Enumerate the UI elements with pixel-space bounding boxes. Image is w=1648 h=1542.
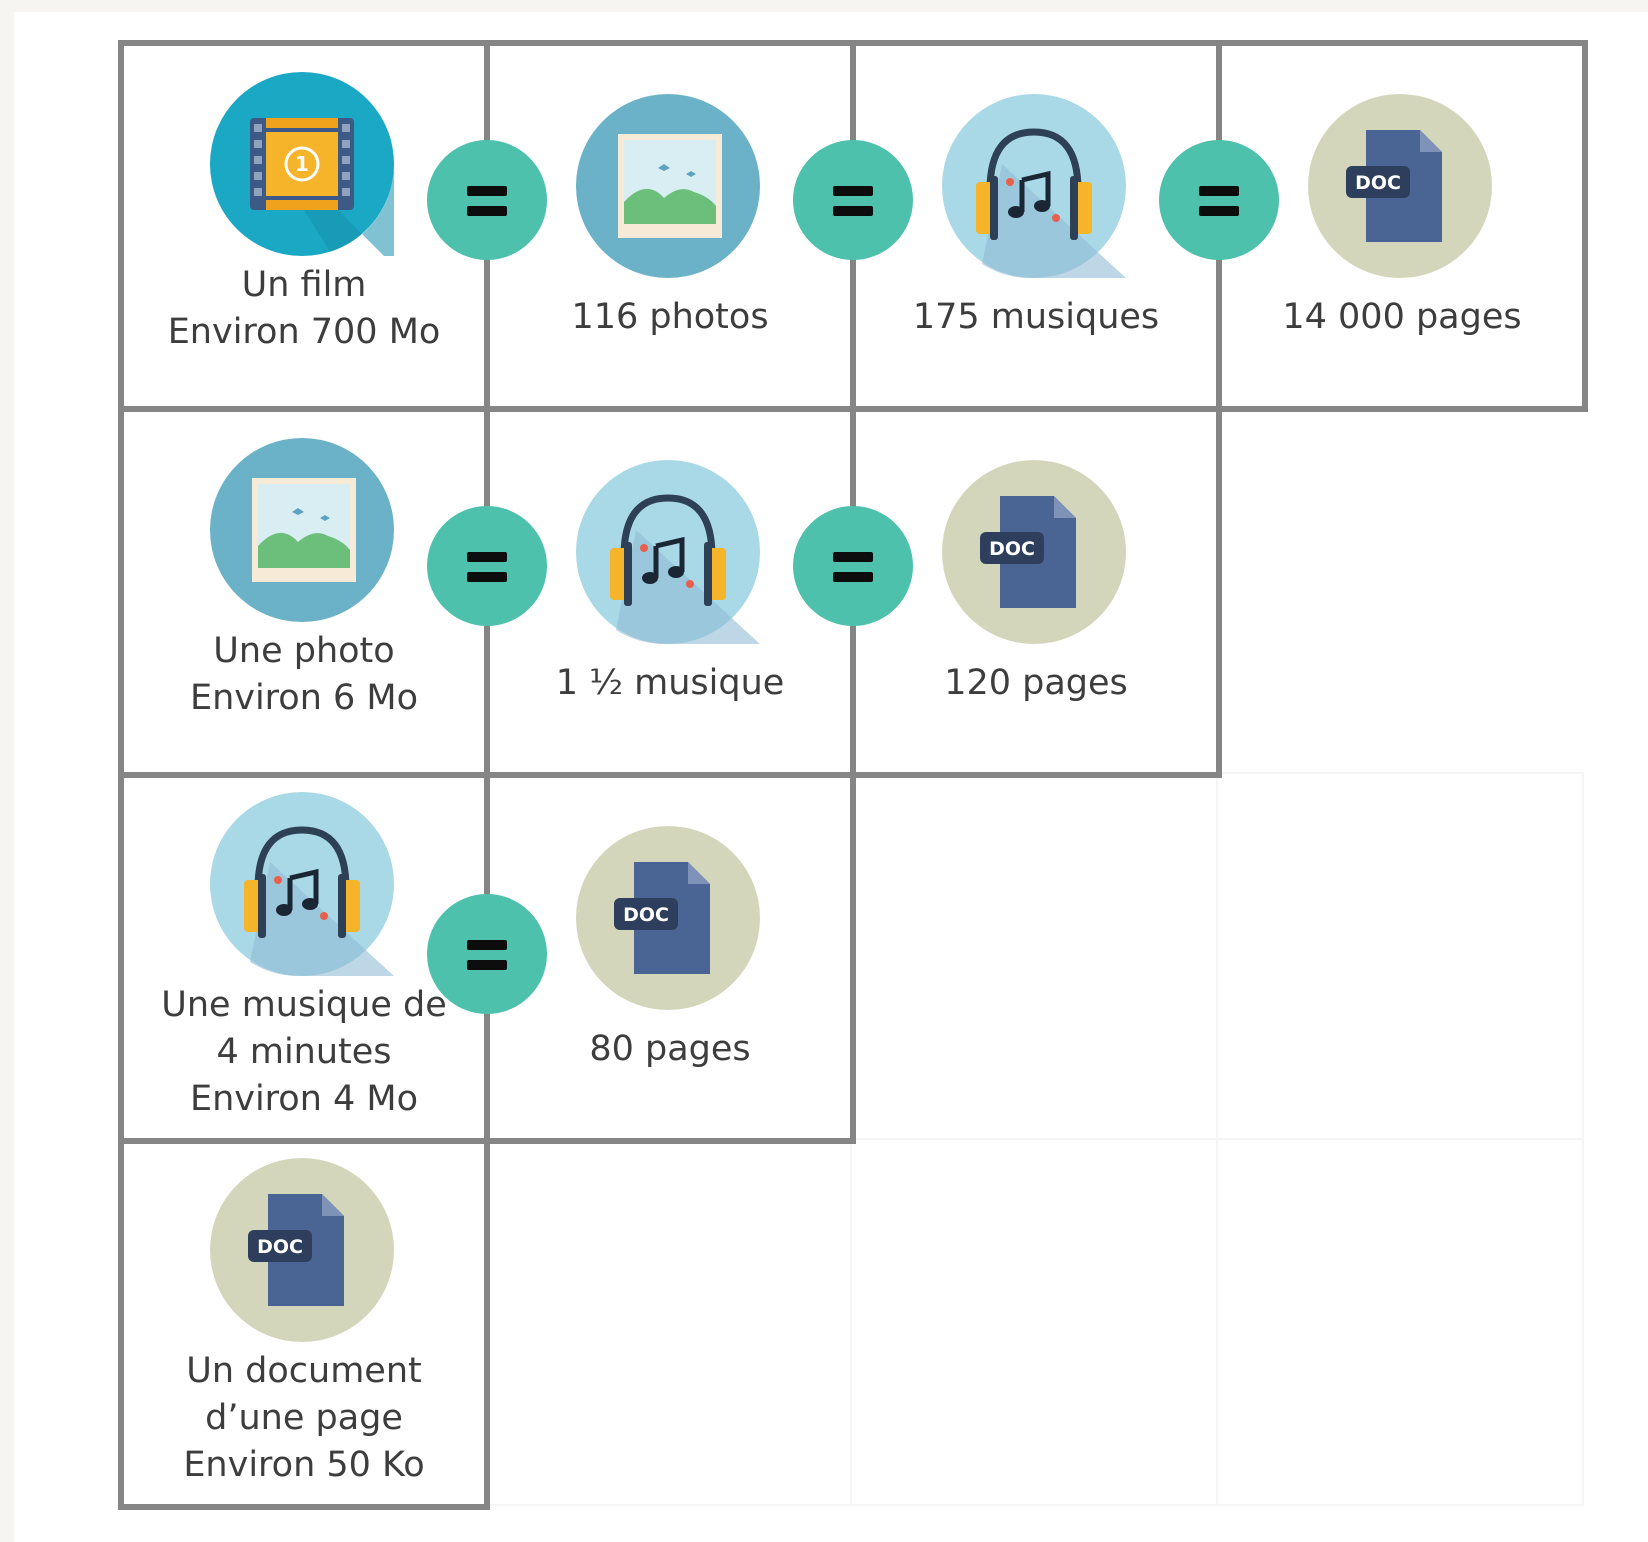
cell-label: 80 pages (589, 1029, 751, 1069)
empty-cell (1216, 772, 1584, 1140)
music-icon (210, 792, 394, 976)
svg-text:DOC: DOC (989, 538, 1035, 560)
svg-text:DOC: DOC (1355, 172, 1401, 194)
doc-icon: DOC (1308, 94, 1492, 278)
cell-label: 116 photos (571, 297, 769, 337)
equals-icon (793, 140, 913, 260)
equals-icon (427, 894, 547, 1014)
cell-label: 14 000 pages (1282, 297, 1522, 337)
cell-label: Un document d’une page Environ 50 Ko (183, 1351, 425, 1485)
svg-text:1: 1 (295, 152, 309, 176)
empty-cell (850, 1138, 1218, 1506)
equivalence-diagram: 1 Un film Environ 700 Mo 116 photos 175 … (14, 12, 1648, 1542)
photo-icon (210, 438, 394, 622)
doc-icon: DOC (210, 1158, 394, 1342)
doc-icon: DOC (576, 826, 760, 1010)
svg-text:DOC: DOC (257, 1236, 303, 1258)
cell-label: Une photo Environ 6 Mo (189, 631, 419, 718)
cell-label: Une musique de 4 minutes Environ 4 Mo (161, 985, 447, 1119)
equals-icon (793, 506, 913, 626)
doc-icon: DOC (942, 460, 1126, 644)
equals-icon (427, 140, 547, 260)
svg-text:DOC: DOC (623, 904, 669, 926)
music-icon (576, 460, 760, 644)
equals-icon (1159, 140, 1279, 260)
cell-r4-c1: DOC Un document d’une page Environ 50 Ko (118, 1138, 490, 1510)
cell-label: 120 pages (944, 663, 1128, 703)
cell-label: Un film Environ 700 Mo (167, 265, 441, 352)
music-icon (942, 94, 1126, 278)
cell-label: 1 ½ musique (555, 663, 785, 703)
empty-cell (484, 1138, 852, 1506)
equals-icon (427, 506, 547, 626)
photo-icon (576, 94, 760, 278)
empty-cell (1216, 1138, 1584, 1506)
film-icon: 1 (210, 72, 394, 256)
cell-label: 175 musiques (912, 297, 1160, 337)
